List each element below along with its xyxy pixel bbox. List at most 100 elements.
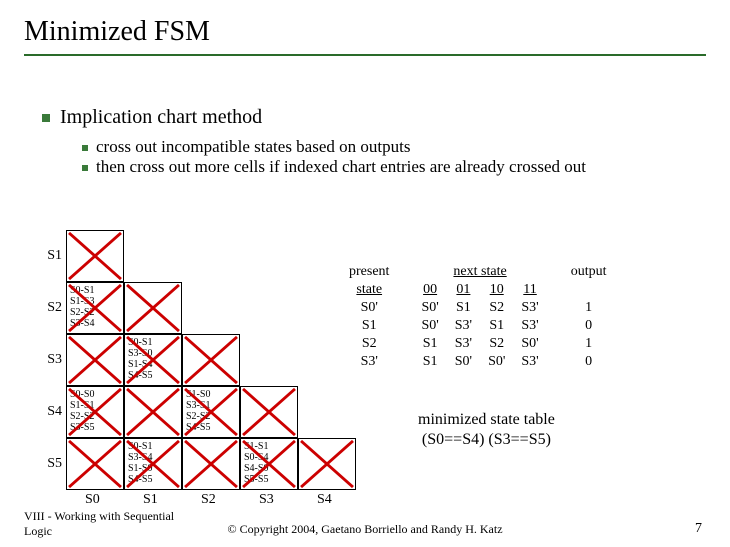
chart-cell-entry: S3-S4 bbox=[128, 452, 178, 463]
next-cell: S0' bbox=[414, 300, 445, 316]
bullet-main-text: Implication chart method bbox=[60, 106, 262, 128]
chart-cell bbox=[124, 386, 182, 438]
chart-col-label: S2 bbox=[201, 492, 216, 508]
chart-cell-entry: S2-S2 bbox=[186, 411, 236, 422]
next-cell: S2 bbox=[481, 300, 512, 316]
next-cell: S0' bbox=[481, 354, 512, 370]
state-cell: S2 bbox=[342, 336, 396, 352]
chart-row-label: S5 bbox=[36, 456, 62, 472]
state-table: presentnext stateoutputstate00011011S0'S… bbox=[340, 262, 615, 372]
chart-cell-entry: S4-S0 bbox=[244, 463, 294, 474]
chart-cell-entry: S5-S5 bbox=[244, 474, 294, 485]
chart-cell-entry: S2-S2 bbox=[70, 307, 120, 318]
hdr-state: state bbox=[342, 282, 396, 298]
chart-row-label: S3 bbox=[36, 352, 62, 368]
chart-cell-entry: S4-S5 bbox=[128, 370, 178, 381]
footer-page-number: 7 bbox=[695, 521, 702, 537]
chart-cell: S0-S0S1-S1S2-S2S3-S5 bbox=[66, 386, 124, 438]
next-cell: S1 bbox=[414, 354, 445, 370]
chart-row-label: S1 bbox=[36, 248, 62, 264]
bullet-sub-2: then cross out more cells if indexed cha… bbox=[82, 157, 706, 177]
output-cell: 1 bbox=[564, 336, 614, 352]
chart-cell-entry: S0-S4 bbox=[244, 452, 294, 463]
next-cell: S3' bbox=[514, 318, 545, 334]
chart-row-label: S4 bbox=[36, 404, 62, 420]
chart-cell-entry: S2-S2 bbox=[70, 411, 120, 422]
chart-cell-entry: S3-S4 bbox=[70, 318, 120, 329]
output-cell: 0 bbox=[564, 354, 614, 370]
chart-cell-entry: S0-S1 bbox=[128, 337, 178, 348]
hdr-col: 10 bbox=[481, 282, 512, 298]
output-cell: 0 bbox=[564, 318, 614, 334]
next-cell: S1 bbox=[448, 300, 479, 316]
hdr-col: 01 bbox=[448, 282, 479, 298]
next-cell: S1 bbox=[481, 318, 512, 334]
table-row: S2S1S3'S2S0'1 bbox=[342, 336, 613, 352]
chart-cell bbox=[66, 334, 124, 386]
bullet-sub-1: cross out incompatible states based on o… bbox=[82, 137, 706, 157]
chart-cell bbox=[298, 438, 356, 490]
chart-cell: S0-S1S1-S3S2-S2S3-S4 bbox=[66, 282, 124, 334]
minimized-line1: minimized state table bbox=[418, 411, 555, 428]
chart-cell bbox=[240, 386, 298, 438]
chart-cell bbox=[66, 438, 124, 490]
hdr-col: 00 bbox=[414, 282, 445, 298]
chart-cell: S0-S1S3-S4S1-S0S4-S5 bbox=[124, 438, 182, 490]
hdr-present: present bbox=[342, 264, 396, 280]
hdr-col: 11 bbox=[514, 282, 545, 298]
chart-cell-entry: S0-S1 bbox=[70, 285, 120, 296]
minimized-line2: (S0==S4) (S3==S5) bbox=[422, 431, 551, 448]
slide-title: Minimized FSM bbox=[24, 16, 706, 56]
chart-cell-entry: S3-S0 bbox=[128, 348, 178, 359]
chart-cell-entry: S1-S0 bbox=[186, 389, 236, 400]
footer-left-line1: VIII - Working with Sequential bbox=[24, 509, 174, 523]
minimized-caption: minimized state table (S0==S4) (S3==S5) bbox=[418, 410, 555, 450]
next-cell: S1 bbox=[414, 336, 445, 352]
chart-cell-entry: S4-S5 bbox=[186, 422, 236, 433]
next-cell: S3' bbox=[448, 318, 479, 334]
chart-cell-entry: S1-S0 bbox=[128, 463, 178, 474]
chart-cell-entry: S0-S1 bbox=[128, 441, 178, 452]
chart-cell-entry: S1-S4 bbox=[128, 359, 178, 370]
next-cell: S3' bbox=[514, 300, 545, 316]
table-row: S0'S0'S1S2S3'1 bbox=[342, 300, 613, 316]
next-cell: S0' bbox=[414, 318, 445, 334]
bullet-main: Implication chart method bbox=[42, 106, 706, 129]
output-cell: 1 bbox=[564, 300, 614, 316]
chart-cell bbox=[124, 282, 182, 334]
bullet-icon bbox=[42, 114, 50, 122]
next-cell: S3' bbox=[514, 354, 545, 370]
hdr-next: next state bbox=[414, 264, 545, 280]
chart-cell bbox=[182, 334, 240, 386]
chart-cell-entry: S1-S3 bbox=[70, 296, 120, 307]
chart-cell-entry: S3-S1 bbox=[186, 400, 236, 411]
chart-cell-entry: S0-S0 bbox=[70, 389, 120, 400]
bullet-sub-text: then cross out more cells if indexed cha… bbox=[96, 157, 586, 176]
chart-col-label: S1 bbox=[143, 492, 158, 508]
chart-cell: S1-S0S3-S1S2-S2S4-S5 bbox=[182, 386, 240, 438]
table-row: S1S0'S3'S1S3'0 bbox=[342, 318, 613, 334]
bullet-icon bbox=[82, 145, 88, 151]
state-cell: S0' bbox=[342, 300, 396, 316]
next-cell: S0' bbox=[514, 336, 545, 352]
hdr-output: output bbox=[564, 264, 614, 280]
chart-cell-entry: S4-S5 bbox=[128, 474, 178, 485]
chart-row-label: S2 bbox=[36, 300, 62, 316]
table-row: S3'S1S0'S0'S3'0 bbox=[342, 354, 613, 370]
chart-col-label: S0 bbox=[85, 492, 100, 508]
chart-cell-entry: S1-S1 bbox=[70, 400, 120, 411]
bullet-sub-text: cross out incompatible states based on o… bbox=[96, 137, 410, 156]
state-cell: S1 bbox=[342, 318, 396, 334]
chart-col-label: S3 bbox=[259, 492, 274, 508]
next-cell: S0' bbox=[448, 354, 479, 370]
chart-cell-entry: S3-S5 bbox=[70, 422, 120, 433]
chart-cell: S0-S1S3-S0S1-S4S4-S5 bbox=[124, 334, 182, 386]
chart-col-label: S4 bbox=[317, 492, 332, 508]
next-cell: S3' bbox=[448, 336, 479, 352]
footer-center: © Copyright 2004, Gaetano Borriello and … bbox=[0, 522, 730, 537]
chart-cell: S1-S1S0-S4S4-S0S5-S5 bbox=[240, 438, 298, 490]
chart-cell bbox=[182, 438, 240, 490]
chart-cell-entry: S1-S1 bbox=[244, 441, 294, 452]
chart-cell bbox=[66, 230, 124, 282]
next-cell: S2 bbox=[481, 336, 512, 352]
